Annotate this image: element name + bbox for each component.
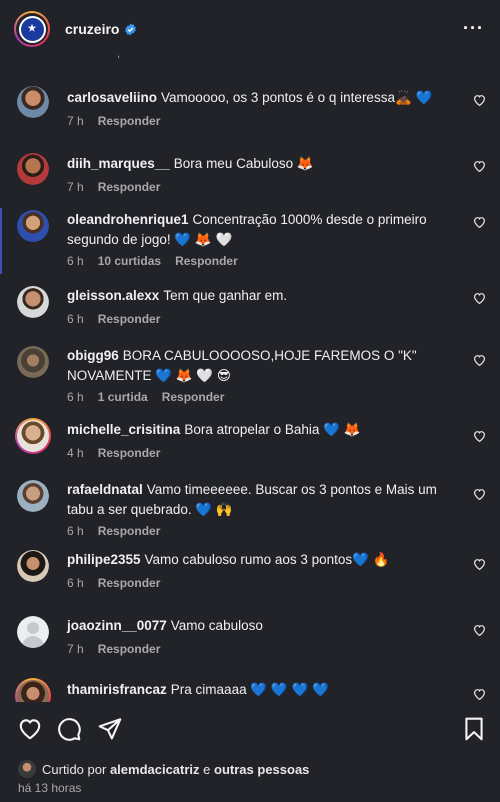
comment-time: 7 h <box>67 642 84 656</box>
reply-button[interactable]: Responder <box>98 446 161 460</box>
comment-time: 6 h <box>67 524 84 538</box>
reply-button[interactable]: Responder <box>98 642 161 656</box>
comment-time: 6 h <box>67 576 84 590</box>
verified-badge-icon <box>125 23 137 35</box>
reply-button[interactable]: Responder <box>162 390 225 404</box>
comment-username[interactable]: thamirisfrancaz <box>67 682 167 697</box>
scroll-residue: , <box>117 48 121 60</box>
avatar[interactable] <box>17 286 49 318</box>
avatar-with-story[interactable] <box>15 678 51 702</box>
like-comment-icon[interactable] <box>473 624 486 636</box>
like-comment-icon[interactable] <box>473 216 486 228</box>
liked-others[interactable]: outras pessoas <box>214 762 309 777</box>
comment-text: Vamooooo, os 3 pontos é o q interessa🙇🏿 … <box>161 90 433 105</box>
comment-username[interactable]: philipe2355 <box>67 552 141 567</box>
reply-button[interactable]: Responder <box>98 180 161 194</box>
like-comment-icon[interactable] <box>473 488 486 500</box>
reply-button[interactable]: Responder <box>98 312 161 326</box>
post-time: há 13 horas <box>18 781 82 795</box>
comment-likes-count[interactable]: 10 curtidas <box>98 254 161 268</box>
comment-text: BORA CABULOOOOSO,HOJE FAREMOS O "K" NOVA… <box>67 348 417 383</box>
reply-button[interactable]: Responder <box>98 524 161 538</box>
like-comment-icon[interactable] <box>473 558 486 570</box>
comment-time: 7 h <box>67 180 84 194</box>
comment-likes-count[interactable]: 1 curtida <box>98 390 148 404</box>
comment-text: Bora atropelar o Bahia 💙 🦊 <box>184 422 361 437</box>
reply-button[interactable]: Responder <box>98 576 161 590</box>
liked-by-summary[interactable]: Curtido por alemdacicatriz e outras pess… <box>18 760 309 778</box>
avatar-with-story[interactable] <box>15 418 51 454</box>
share-icon[interactable] <box>97 716 123 742</box>
like-comment-icon[interactable] <box>473 354 486 366</box>
like-comment-icon[interactable] <box>473 688 486 700</box>
comment-text: Vamo cabuloso rumo aos 3 pontos💙 🔥 <box>144 552 390 567</box>
like-comment-icon[interactable] <box>473 160 486 172</box>
comment-text: Bora meu Cabuloso 🦊 <box>173 156 314 171</box>
comment-username[interactable]: obigg96 <box>67 348 119 363</box>
comment-text: Vamo cabuloso <box>170 618 263 633</box>
avatar[interactable] <box>17 153 49 185</box>
liked-prefix: Curtido por <box>42 761 107 777</box>
more-options-icon[interactable]: ··· <box>463 19 484 37</box>
comment-time: 6 h <box>67 312 84 326</box>
header-username[interactable]: cruzeiro <box>65 21 119 37</box>
avatar[interactable] <box>17 86 49 118</box>
reply-button[interactable]: Responder <box>98 114 161 128</box>
save-bookmark-icon[interactable] <box>461 716 487 742</box>
liked-mid: e <box>203 761 211 777</box>
comment-username[interactable]: gleisson.alexx <box>67 288 159 303</box>
comment-time: 7 h <box>67 114 84 128</box>
comment-username[interactable]: joaozinn__0077 <box>67 618 167 633</box>
comment-time: 4 h <box>67 446 84 460</box>
profile-avatar[interactable] <box>14 11 50 47</box>
post-header: cruzeiro ··· <box>0 0 500 58</box>
avatar[interactable] <box>17 346 49 378</box>
comment-time: 6 h <box>67 254 84 268</box>
comment-username[interactable]: rafaeldnatal <box>67 482 143 497</box>
like-comment-icon[interactable] <box>473 430 486 442</box>
post-actions-bar <box>0 712 500 748</box>
comment-username[interactable]: diih_marques__ <box>67 156 170 171</box>
avatar[interactable] <box>17 480 49 512</box>
comments-list[interactable]: carlosaveliino Vamooooo, os 3 pontos é o … <box>0 60 500 702</box>
cruzeiro-crest-icon <box>18 15 46 43</box>
avatar-default[interactable] <box>17 616 49 648</box>
comment-username[interactable]: oleandrohenrique1 <box>67 212 189 227</box>
liked-user[interactable]: alemdacicatriz <box>110 762 200 777</box>
comment-username[interactable]: carlosaveliino <box>67 90 157 105</box>
comment-text: Pra cimaaaa 💙 💙 💙 💙 <box>170 682 329 697</box>
avatar[interactable] <box>17 210 49 242</box>
comment-username[interactable]: michelle_crisitina <box>67 422 180 437</box>
liker-avatar <box>18 760 36 778</box>
comment-text: Tem que ganhar em. <box>163 288 288 303</box>
like-comment-icon[interactable] <box>473 94 486 106</box>
avatar[interactable] <box>17 550 49 582</box>
reply-button[interactable]: Responder <box>175 254 238 268</box>
like-post-icon[interactable] <box>17 716 43 742</box>
comment-time: 6 h <box>67 390 84 404</box>
like-comment-icon[interactable] <box>473 292 486 304</box>
comment-icon[interactable] <box>56 716 82 742</box>
